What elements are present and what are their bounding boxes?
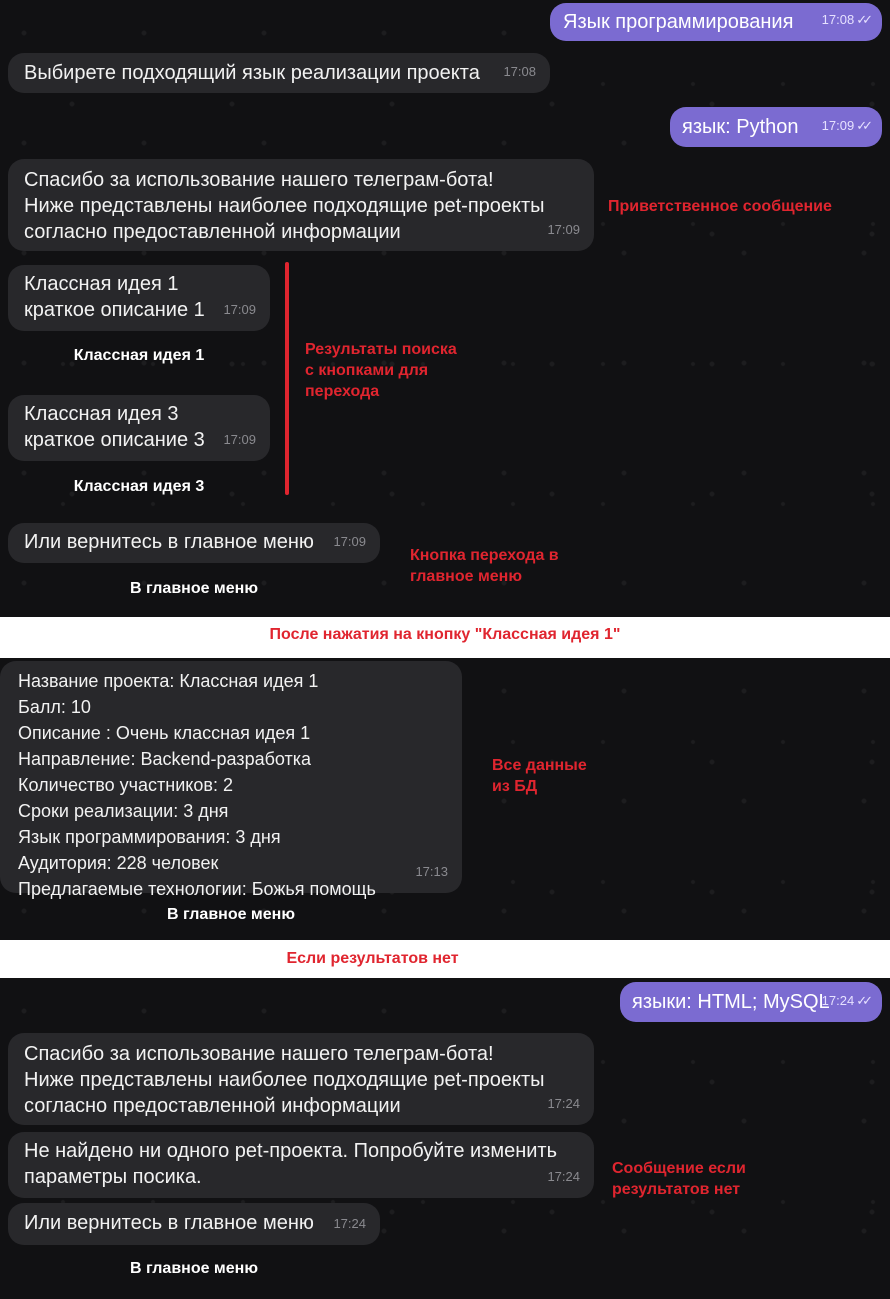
caption-no-results: Если результатов нет [286,950,459,967]
project-details-message[interactable]: Название проекта: Классная идея 1 Балл: … [0,661,462,899]
message-text: Или вернитесь в главное меню [24,531,314,553]
message-text: Классная идея 3 краткое описание 3 [24,403,205,451]
result-1-inline-button[interactable]: Классная идея 1 [8,347,270,365]
result-3-inline-button[interactable]: Классная идея 3 [8,478,270,496]
user-message-languages-html-mysql: языки: HTML; MySQL 17:24 ✓✓ [620,982,882,1022]
message-time: 17:09 [547,222,580,237]
message-text: язык: Python [682,116,799,138]
message-text: Классная идея 1 краткое описание 1 [24,273,205,321]
message-text: Или вернитесь в главное меню [24,1212,314,1234]
annotation-menu-button: Кнопка перехода в главное меню [410,547,559,585]
search-result-3[interactable]: Классная идея 3 краткое описание 3 17:09 [8,395,270,461]
annotation-db-data: Все данные из БД [492,757,587,795]
bot-message-back-to-menu[interactable]: Или вернитесь в главное меню 17:09 [8,523,380,563]
annotation-welcome: Приветственное сообщение [608,198,832,215]
main-menu-button[interactable]: В главное меню [8,1260,380,1278]
main-menu-button[interactable]: В главное меню [0,906,462,924]
message-time: 17:24 [333,1216,366,1231]
bot-message-not-found[interactable]: Не найдено ни одного pet-проекта. Попроб… [8,1132,594,1198]
chat-screen-project-details: Название проекта: Классная идея 1 Балл: … [0,658,890,940]
message-time: 17:09 ✓✓ [821,118,873,133]
annotation-results: Результаты поиска с кнопками для переход… [305,341,457,400]
search-result-1[interactable]: Классная идея 1 краткое описание 1 17:09 [8,265,270,331]
read-checkmarks-icon: ✓✓ [856,118,873,133]
read-checkmarks-icon: ✓✓ [856,12,873,27]
message-text: Спасибо за использование нашего телеграм… [24,169,545,243]
bot-message-back-to-menu[interactable]: Или вернитесь в главное меню 17:24 [8,1203,380,1245]
message-time: 17:24 ✓✓ [821,993,873,1008]
message-time: 17:09 [223,302,256,317]
message-time: 17:08 ✓✓ [821,12,873,27]
message-text: Язык программирования [563,11,794,33]
annotation-bracket-line [285,262,289,495]
bot-welcome-message[interactable]: Спасибо за использование нашего телеграм… [8,1033,594,1125]
bot-message-choose-language[interactable]: Выбирете подходящий язык реализации прое… [8,53,550,93]
message-time: 17:13 [415,864,448,879]
message-time: 17:24 [547,1169,580,1184]
message-text: языки: HTML; MySQL [632,991,830,1013]
main-menu-button[interactable]: В главное меню [8,580,380,598]
bot-welcome-message[interactable]: Спасибо за использование нашего телеграм… [8,159,594,251]
annotation-no-results: Сообщение если результатов нет [612,1160,746,1198]
message-time: 17:09 [223,432,256,447]
message-text: Не найдено ни одного pet-проекта. Попроб… [24,1140,558,1188]
read-checkmarks-icon: ✓✓ [856,993,873,1008]
message-text: Название проекта: Классная идея 1 Балл: … [18,671,376,899]
message-text: Выбирете подходящий язык реализации прое… [24,62,480,84]
message-text: Спасибо за использование нашего телеграм… [24,1043,545,1117]
user-message-language-python: язык: Python 17:09 ✓✓ [670,107,882,147]
caption-after-click: После нажатия на кнопку "Классная идея 1… [269,626,621,643]
chat-screen-no-results: языки: HTML; MySQL 17:24 ✓✓ Спасибо за ис… [0,978,890,1299]
message-time: 17:09 [333,534,366,549]
user-message-language-choice: Язык программирования 17:08 ✓✓ [550,3,882,41]
chat-screen-search-results: Язык программирования 17:08 ✓✓ Выбирете п… [0,0,890,617]
message-time: 17:08 [503,64,536,79]
message-time: 17:24 [547,1096,580,1111]
